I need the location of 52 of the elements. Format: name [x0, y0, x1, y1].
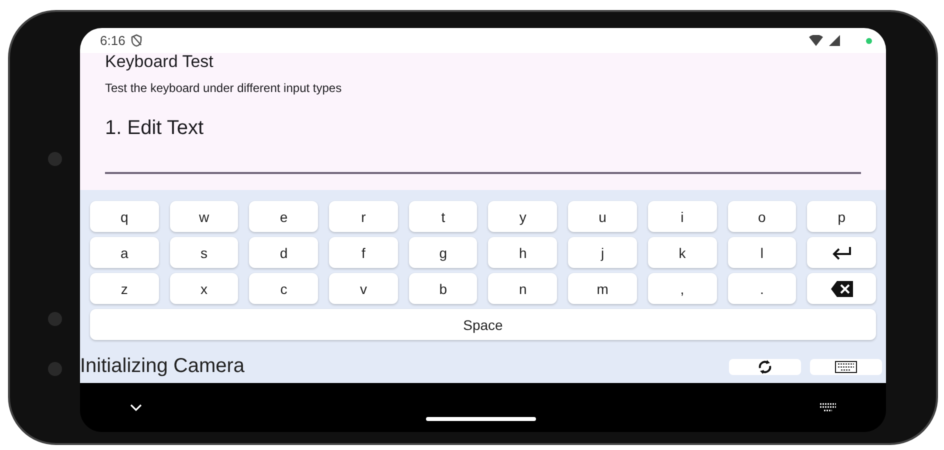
keyboard-key[interactable]: m: [568, 273, 637, 304]
keyboard-key[interactable]: o: [728, 201, 796, 232]
keyboard-key[interactable]: e: [249, 201, 318, 232]
keyboard-key[interactable]: p: [807, 201, 876, 232]
dot-icon: [866, 38, 872, 44]
camera-lens: [48, 152, 62, 166]
keyboard-key[interactable]: ,: [648, 273, 717, 304]
page-subtitle: Test the keyboard under different input types: [105, 81, 343, 95]
keyboard-key[interactable]: f: [329, 237, 398, 268]
section-heading: 1. Edit Text: [105, 117, 205, 140]
camera-status: Initializing Camera: [80, 355, 246, 378]
keyboard-key[interactable]: y: [488, 201, 558, 232]
keyboard-key[interactable]: i: [648, 201, 717, 232]
keyboard-key[interactable]: d: [249, 237, 318, 268]
page-title: Keyboard Test: [105, 53, 214, 71]
camera-lens: [48, 312, 62, 326]
chevron-down-icon[interactable]: [130, 404, 142, 412]
keyboard-key[interactable]: h: [488, 237, 558, 268]
enter-key[interactable]: [807, 237, 876, 268]
keyboard-key[interactable]: g: [408, 237, 478, 268]
keyboard-key[interactable]: r: [329, 201, 398, 232]
keyboard-key[interactable]: l: [728, 237, 796, 268]
keyboard-key[interactable]: x: [170, 273, 238, 304]
keyboard-key[interactable]: z: [90, 273, 159, 304]
home-handle[interactable]: [426, 416, 536, 420]
wifi-icon: [809, 35, 823, 46]
keyboard-key[interactable]: n: [488, 273, 558, 304]
keyboard-button[interactable]: [810, 358, 882, 374]
keyboard-key[interactable]: t: [408, 201, 478, 232]
backspace-key[interactable]: [807, 273, 876, 304]
keyboard-key[interactable]: u: [568, 201, 637, 232]
keyboard-key[interactable]: .: [728, 273, 796, 304]
keyboard-key[interactable]: s: [170, 237, 238, 268]
keyboard-key[interactable]: a: [90, 237, 159, 268]
keyboard-icon: [835, 360, 857, 372]
refresh-button[interactable]: [729, 358, 801, 374]
refresh-icon: [757, 358, 773, 374]
keyboard-key[interactable]: j: [568, 237, 637, 268]
keyboard-key[interactable]: b: [408, 273, 478, 304]
keyboard-key[interactable]: k: [648, 237, 717, 268]
keyboard-key[interactable]: w: [170, 201, 238, 232]
signal-icon: [829, 35, 840, 46]
keyboard-key[interactable]: c: [249, 273, 318, 304]
shield-icon: [131, 34, 142, 47]
keyboard-key[interactable]: v: [329, 273, 398, 304]
keyboard-icon[interactable]: [820, 403, 836, 412]
keyboard-key[interactable]: q: [90, 201, 159, 232]
camera-lens: [48, 362, 62, 376]
enter-icon: [832, 246, 852, 260]
backspace-icon: [830, 280, 853, 296]
status-time: 6:16: [100, 33, 126, 48]
space-key[interactable]: Space: [90, 309, 876, 340]
